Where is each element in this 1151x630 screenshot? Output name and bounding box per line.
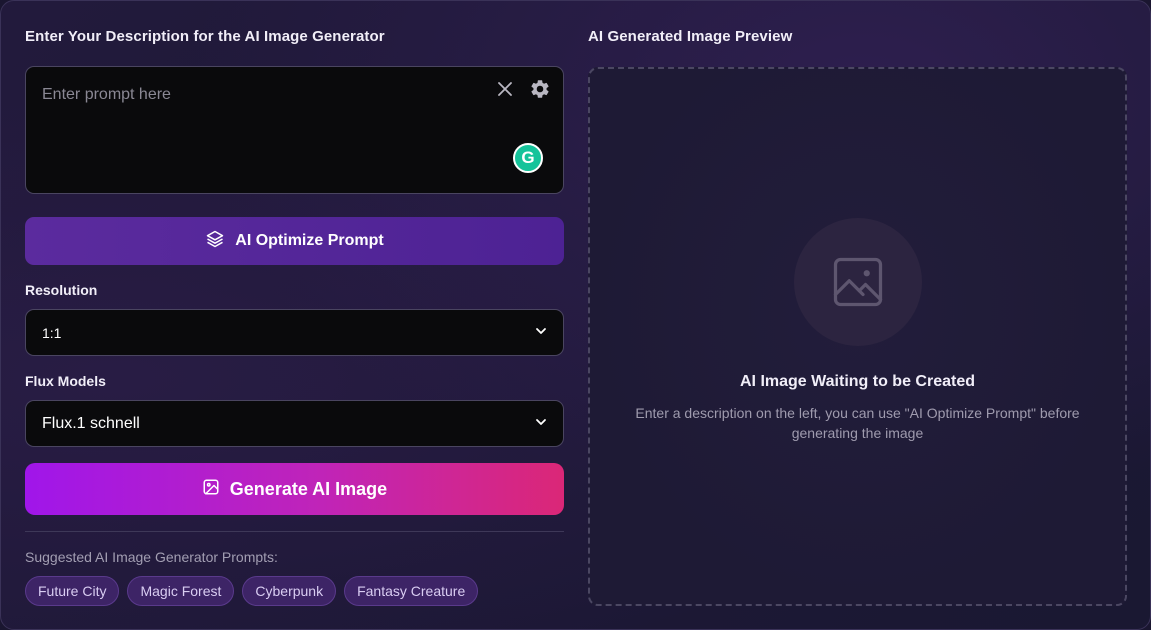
generate-ai-image-button[interactable]: Generate AI Image [25,463,564,515]
suggested-prompt-chips: Future City Magic Forest Cyberpunk Fanta… [25,576,479,606]
divider [25,531,564,532]
grammarly-icon[interactable]: G [513,143,543,173]
chevron-down-icon [535,415,547,433]
suggested-prompts-label: Suggested AI Image Generator Prompts: [25,549,278,565]
resolution-value: 1:1 [42,324,62,341]
flux-models-label: Flux Models [25,373,106,389]
gear-icon[interactable] [529,78,551,100]
preview-section-title: AI Generated Image Preview [588,28,793,45]
chip-fantasy-creature[interactable]: Fantasy Creature [344,576,479,606]
image-placeholder-icon [794,218,922,346]
image-icon [202,478,220,501]
chevron-down-icon [535,324,547,342]
prompt-placeholder: Enter prompt here [42,86,171,103]
ai-image-generator-panel: Enter Your Description for the AI Image … [0,0,1151,630]
chip-cyberpunk[interactable]: Cyberpunk [242,576,337,606]
resolution-select[interactable]: 1:1 [25,309,564,356]
resolution-label: Resolution [25,282,98,298]
empty-state-title: AI Image Waiting to be Created [740,373,975,390]
prompt-textarea[interactable]: Enter prompt here G [25,66,564,194]
generate-ai-image-label: Generate AI Image [229,478,388,499]
layers-icon [205,229,225,254]
ai-optimize-prompt-label: AI Optimize Prompt [235,232,384,249]
chip-future-city[interactable]: Future City [25,576,120,606]
flux-models-select[interactable]: Flux.1 schnell [25,400,564,447]
ai-optimize-prompt-button[interactable]: AI Optimize Prompt [25,217,564,265]
image-preview-area: AI Image Waiting to be Created Enter a d… [588,67,1127,606]
flux-models-value: Flux.1 schnell [42,414,140,432]
input-section-title: Enter Your Description for the AI Image … [25,28,385,45]
chip-magic-forest[interactable]: Magic Forest [127,576,235,606]
close-icon[interactable] [495,79,515,99]
empty-state-description: Enter a description on the left, you can… [635,405,1080,441]
